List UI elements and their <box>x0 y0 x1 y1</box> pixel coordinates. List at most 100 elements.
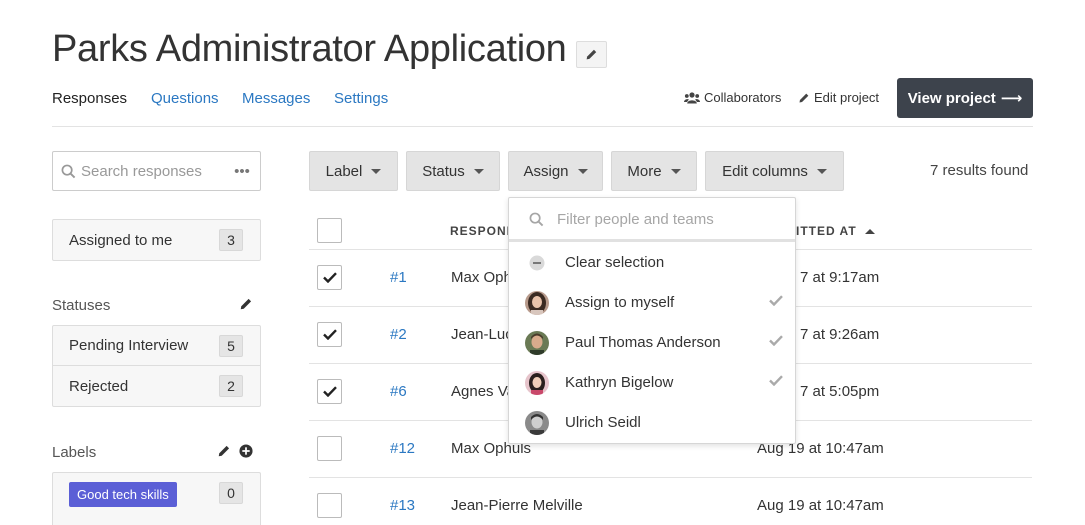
sidebar-item-assigned-to-me[interactable]: Assigned to me 3 <box>53 220 260 260</box>
tab-settings[interactable]: Settings <box>334 90 388 107</box>
view-project-button[interactable]: View project ⟶ <box>897 78 1033 118</box>
select-all-checkbox[interactable] <box>317 218 342 243</box>
tab-responses[interactable]: Responses <box>52 90 127 107</box>
clear-selection-option[interactable]: Clear selection <box>509 243 795 283</box>
assign-dropdown-button[interactable]: Assign <box>508 151 603 191</box>
filter-people-input[interactable]: Filter people and teams <box>557 211 714 228</box>
submitted-date: 7 at 5:05pm <box>800 383 880 400</box>
option-label: Clear selection <box>565 254 665 271</box>
labels-list: Good tech skills 0 <box>52 472 261 525</box>
users-icon <box>684 91 700 103</box>
row-checkbox[interactable] <box>317 436 342 461</box>
label-button-text: Label <box>325 162 363 180</box>
respondent-name: Jean-Luc <box>451 326 513 343</box>
assign-to-myself-option[interactable]: Assign to myself <box>509 283 795 323</box>
respondent-name: Agnes Va <box>451 383 515 400</box>
count-badge: 2 <box>219 375 243 397</box>
sidebar-item-pending-interview[interactable]: Pending Interview 5 <box>53 326 260 366</box>
check-icon <box>322 329 337 340</box>
edit-project-link[interactable]: Edit project <box>798 90 879 105</box>
pencil-icon <box>799 93 809 102</box>
sidebar-item-good-tech-skills[interactable]: Good tech skills 0 <box>53 473 260 516</box>
count-badge: 5 <box>219 335 243 357</box>
check-icon <box>322 272 337 283</box>
filter-people-field[interactable]: Filter people and teams <box>509 198 795 242</box>
row-checkbox[interactable] <box>317 493 342 518</box>
row-checkbox[interactable] <box>317 379 342 404</box>
count-badge: 0 <box>219 482 243 504</box>
avatar <box>525 411 549 435</box>
more-button-text: More <box>627 162 662 180</box>
option-label: Assign to myself <box>565 294 675 311</box>
edit-statuses-button[interactable] <box>239 297 253 316</box>
pencil-icon <box>586 49 597 60</box>
tab-questions[interactable]: Questions <box>151 90 219 107</box>
more-options-button[interactable]: ••• <box>224 152 260 190</box>
more-dropdown-button[interactable]: More <box>611 151 697 191</box>
statuses-heading: Statuses <box>52 297 111 314</box>
edit-labels-button[interactable] <box>217 444 231 463</box>
option-label: Paul Thomas Anderson <box>565 334 721 351</box>
status-dropdown-button[interactable]: Status <box>406 151 500 191</box>
status-button-text: Status <box>422 162 465 180</box>
count-badge: 3 <box>219 229 243 251</box>
row-divider <box>309 477 1032 478</box>
label-dropdown-button[interactable]: Label <box>309 151 398 191</box>
minus-circle-icon <box>529 255 545 271</box>
sidebar-item-rejected[interactable]: Rejected 2 <box>53 366 260 406</box>
sidebar-item-label: Pending Interview <box>69 337 189 354</box>
search-responses-field[interactable]: Search responses ••• <box>52 151 261 191</box>
edit-columns-dropdown-button[interactable]: Edit columns <box>705 151 844 191</box>
response-number-link[interactable]: #6 <box>390 383 407 400</box>
assign-button-text: Assign <box>523 162 569 180</box>
caret-down-icon <box>371 168 382 174</box>
avatar <box>525 331 549 355</box>
collaborators-link[interactable]: Collaborators <box>684 90 781 105</box>
assign-kathryn-bigelow-option[interactable]: Kathryn Bigelow <box>509 363 795 403</box>
column-header-respondent[interactable]: RESPOND <box>450 224 516 238</box>
assign-dropdown-menu: Filter people and teams Clear selection … <box>508 197 796 444</box>
header-divider <box>52 126 1033 127</box>
plus-circle-icon <box>239 444 253 458</box>
respondent-name: Jean-Pierre Melville <box>451 497 583 514</box>
submitted-date: 7 at 9:26am <box>800 326 880 343</box>
edit-columns-button-text: Edit columns <box>722 162 808 180</box>
pencil-icon <box>218 445 230 457</box>
assign-ulrich-seidl-option[interactable]: Ulrich Seidl <box>509 403 795 443</box>
response-number-link[interactable]: #12 <box>390 440 415 457</box>
tab-messages[interactable]: Messages <box>242 90 310 107</box>
edit-title-button[interactable] <box>576 41 607 68</box>
sidebar-item-label: Assigned to me <box>69 231 173 249</box>
assign-paul-thomas-anderson-option[interactable]: Paul Thomas Anderson <box>509 323 795 363</box>
search-icon <box>61 164 76 179</box>
add-label-button[interactable] <box>239 444 253 463</box>
option-label: Kathryn Bigelow <box>565 374 674 391</box>
check-icon <box>322 386 337 397</box>
column-header-label: ITTED AT <box>796 224 857 238</box>
caret-down-icon <box>577 168 588 174</box>
column-header-submitted-at[interactable]: ITTED AT <box>796 224 875 238</box>
collaborators-label: Collaborators <box>704 90 782 105</box>
dropdown-divider <box>509 239 795 242</box>
sort-asc-icon <box>864 228 875 234</box>
caret-down-icon <box>816 168 827 174</box>
row-checkbox[interactable] <box>317 265 342 290</box>
row-checkbox[interactable] <box>317 322 342 347</box>
caret-down-icon <box>473 168 484 174</box>
option-label: Ulrich Seidl <box>565 414 641 431</box>
response-number-link[interactable]: #13 <box>390 497 415 514</box>
page-title: Parks Administrator Application <box>52 28 567 70</box>
results-count: 7 results found <box>930 162 1029 179</box>
response-number-link[interactable]: #2 <box>390 326 407 343</box>
arrow-right-icon: ⟶ <box>1000 90 1023 107</box>
check-icon <box>769 375 783 386</box>
avatar <box>525 291 549 315</box>
check-icon <box>769 335 783 346</box>
response-number-link[interactable]: #1 <box>390 269 407 286</box>
submitted-date: 7 at 9:17am <box>800 269 880 286</box>
search-responses-input[interactable]: Search responses <box>81 163 202 180</box>
search-icon <box>529 212 544 227</box>
caret-down-icon <box>670 168 681 174</box>
avatar <box>525 371 549 395</box>
edit-project-label: Edit project <box>814 90 880 105</box>
